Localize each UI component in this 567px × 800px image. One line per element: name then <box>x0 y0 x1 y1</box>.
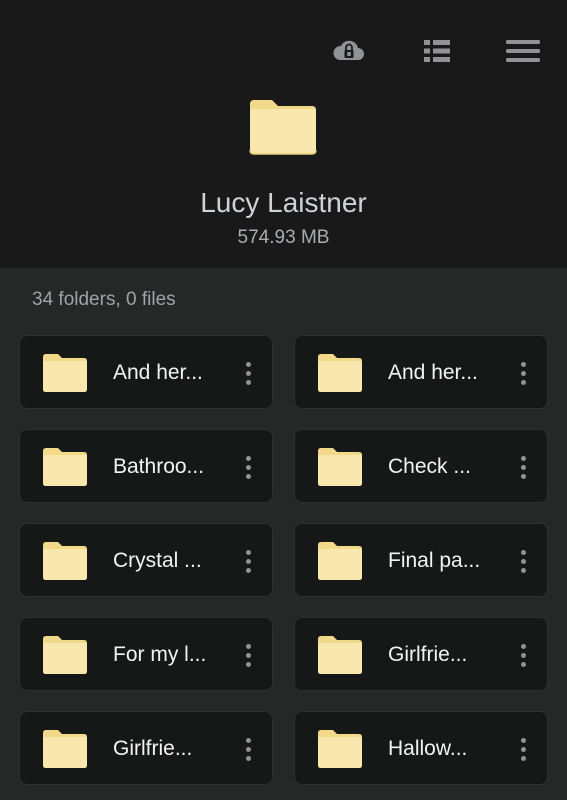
folder-grid: And her... And her... Bathroo... Check .… <box>19 335 549 785</box>
folder-card[interactable]: Girlfrie... <box>294 617 548 691</box>
folder-name: Crystal ... <box>113 549 202 572</box>
folder-icon <box>43 636 87 674</box>
folder-name: For my l... <box>113 643 207 666</box>
more-options-icon[interactable] <box>238 453 258 481</box>
folder-icon <box>318 354 362 392</box>
folder-name: Hallow... <box>388 737 468 760</box>
total-size: 574.93 MB <box>237 227 330 248</box>
more-options-icon[interactable] <box>238 547 258 575</box>
folder-card[interactable]: Check ... <box>294 429 548 503</box>
folder-card[interactable]: And her... <box>294 335 548 409</box>
folder-card[interactable]: Bathroo... <box>19 429 273 503</box>
folder-name: And her... <box>113 361 203 384</box>
more-options-icon[interactable] <box>238 641 258 669</box>
cloud-lock-icon[interactable] <box>331 36 367 66</box>
more-options-icon[interactable] <box>238 735 258 763</box>
folder-icon <box>318 542 362 580</box>
more-options-icon[interactable] <box>513 359 533 387</box>
folder-card[interactable]: For my l... <box>19 617 273 691</box>
folder-icon <box>318 448 362 486</box>
folder-name: Final pa... <box>388 549 481 572</box>
folder-card[interactable]: Crystal ... <box>19 523 273 597</box>
more-options-icon[interactable] <box>513 547 533 575</box>
folder-icon <box>318 730 362 768</box>
folder-name: Girlfrie... <box>388 643 468 666</box>
folder-icon <box>43 354 87 392</box>
folder-card[interactable]: Final pa... <box>294 523 548 597</box>
folder-card[interactable]: And her... <box>19 335 273 409</box>
folder-name: Check ... <box>388 455 471 478</box>
folder-icon <box>43 730 87 768</box>
folder-icon <box>43 542 87 580</box>
folder-name: Girlfrie... <box>113 737 193 760</box>
more-options-icon[interactable] <box>238 359 258 387</box>
more-options-icon[interactable] <box>513 735 533 763</box>
hamburger-menu-icon[interactable] <box>505 36 541 66</box>
folder-name: And her... <box>388 361 478 384</box>
folder-name: Bathroo... <box>113 455 205 478</box>
header: Lucy Laistner 574.93 MB <box>0 0 567 268</box>
more-options-icon[interactable] <box>513 453 533 481</box>
folder-icon <box>249 100 317 155</box>
item-count-summary: 34 folders, 0 files <box>32 289 176 310</box>
folder-card[interactable]: Girlfrie... <box>19 711 273 785</box>
more-options-icon[interactable] <box>513 641 533 669</box>
folder-icon <box>318 636 362 674</box>
list-view-icon[interactable] <box>419 36 455 66</box>
folder-card[interactable]: Hallow... <box>294 711 548 785</box>
folder-icon <box>43 448 87 486</box>
folder-owner-name: Lucy Laistner <box>200 187 367 218</box>
